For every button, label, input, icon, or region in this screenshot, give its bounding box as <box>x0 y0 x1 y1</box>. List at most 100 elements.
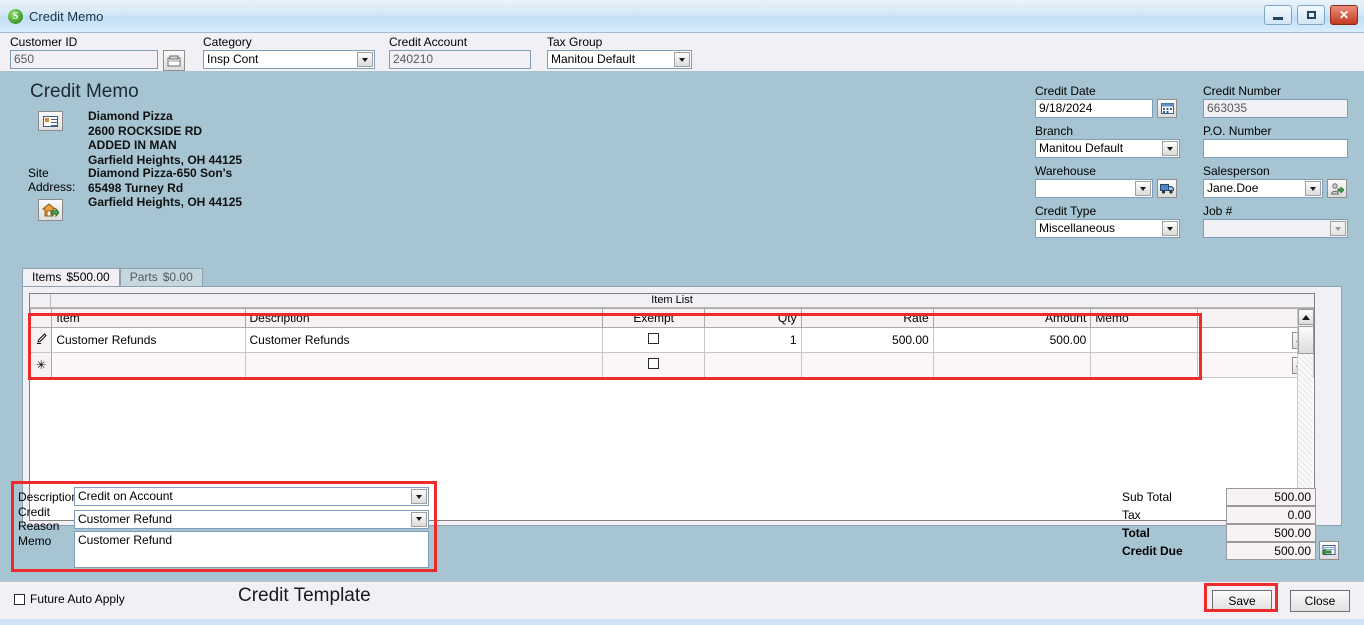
credit-type-value: Miscellaneous <box>1039 221 1116 235</box>
warehouse-label: Warehouse <box>1035 164 1096 178</box>
cell-qty[interactable]: 1 <box>704 327 802 353</box>
save-button[interactable]: Save <box>1212 590 1272 612</box>
col-item[interactable]: Item <box>51 308 246 328</box>
table-row[interactable]: Customer Refunds Customer Refunds 1 500.… <box>29 327 1314 353</box>
tab-items[interactable]: Items $500.00 <box>22 268 120 286</box>
description-row: Description Credit on Account <box>18 486 436 507</box>
window-bottom-edge <box>0 619 1364 625</box>
cell-description[interactable] <box>244 352 604 378</box>
total-row: Total 500.00 <box>1122 523 1342 542</box>
tab-parts-amount: $0.00 <box>162 270 193 284</box>
tax-group-select[interactable]: Manitou Default <box>547 50 692 69</box>
chevron-down-icon[interactable] <box>411 511 427 527</box>
cell-amount[interactable] <box>932 352 1092 378</box>
cell-description[interactable]: Customer Refunds <box>244 327 604 353</box>
rowheader-col <box>29 308 53 328</box>
description-select[interactable]: Credit on Account <box>74 487 429 506</box>
tab-parts[interactable]: Parts $0.00 <box>119 268 203 286</box>
cell-exempt[interactable] <box>602 352 705 378</box>
chevron-down-icon[interactable] <box>1162 141 1178 156</box>
truck-glyph-icon <box>1160 184 1174 194</box>
col-exempt[interactable]: Exempt <box>602 308 705 328</box>
branch-group: Branch Manitou Default <box>1035 124 1180 158</box>
future-auto-apply-label: Future Auto Apply <box>30 592 125 606</box>
site-address-icon-button[interactable] <box>38 199 63 221</box>
table-row[interactable]: ✳ ... <box>29 352 1314 378</box>
chevron-down-icon[interactable] <box>1305 181 1321 196</box>
future-auto-apply-group[interactable]: Future Auto Apply <box>14 592 125 606</box>
chevron-down-icon[interactable] <box>674 52 690 67</box>
person-go-icon[interactable] <box>1327 179 1347 198</box>
cell-memo[interactable] <box>1090 327 1199 353</box>
col-amount[interactable]: Amount <box>932 308 1092 328</box>
bill-to-line-1: Diamond Pizza <box>88 109 173 123</box>
credit-due-label: Credit Due <box>1122 543 1183 558</box>
col-qty[interactable]: Qty <box>704 308 802 328</box>
credit-reason-value: Customer Refund <box>78 511 173 526</box>
category-select[interactable]: Insp Cont <box>203 50 375 69</box>
col-description[interactable]: Description <box>244 308 604 328</box>
cell-rate[interactable] <box>800 352 934 378</box>
site-address-label-line1: Site <box>28 166 49 180</box>
warehouse-select[interactable] <box>1035 179 1153 198</box>
customer-id-input[interactable]: 650 <box>10 50 158 69</box>
cell-memo[interactable] <box>1090 352 1199 378</box>
calendar-icon[interactable] <box>1157 99 1177 118</box>
cell-exempt[interactable] <box>602 327 705 353</box>
customer-id-label: Customer ID <box>10 35 78 49</box>
scrollbar-thumb[interactable] <box>1298 326 1314 354</box>
exempt-checkbox[interactable] <box>648 358 660 369</box>
cell-amount[interactable]: 500.00 <box>932 327 1092 353</box>
job-number-select[interactable] <box>1203 219 1348 238</box>
credit-type-select[interactable]: Miscellaneous <box>1035 219 1180 238</box>
cell-rate[interactable]: 500.00 <box>800 327 934 353</box>
scroll-up-icon[interactable] <box>1298 309 1314 325</box>
credit-number-group: Credit Number 663035 <box>1203 84 1348 118</box>
close-button-footer[interactable]: Close <box>1290 590 1350 612</box>
minimize-button[interactable] <box>1264 5 1292 25</box>
window-title: Credit Memo <box>29 8 104 24</box>
site-line-1: Diamond Pizza-650 Son's <box>88 166 233 180</box>
close-button[interactable]: ✕ <box>1330 5 1358 25</box>
bill-to-line-3: ADDED IN MAN <box>88 138 177 152</box>
credit-type-group: Credit Type Miscellaneous <box>1035 204 1180 238</box>
cell-item[interactable]: Customer Refunds <box>51 327 246 353</box>
tax-group-value: Manitou Default <box>551 52 636 66</box>
memo-textarea[interactable]: Customer Refund <box>74 531 429 568</box>
chevron-down-icon[interactable] <box>411 489 427 504</box>
grid-caption-bar: Item List <box>30 294 1314 308</box>
page-title: Credit Memo <box>30 81 139 102</box>
table-header-row: Item Description Exempt Qty Rate Amount … <box>29 308 1314 328</box>
salesperson-select[interactable]: Jane.Doe <box>1203 179 1323 198</box>
description-panel: Description Credit on Account Credit Rea… <box>18 486 436 571</box>
credit-account-input[interactable]: 240210 <box>389 50 531 69</box>
customer-lookup-icon[interactable] <box>163 50 185 71</box>
credit-reason-select[interactable]: Customer Refund <box>74 509 429 529</box>
truck-icon[interactable] <box>1157 179 1177 198</box>
memo-label: Memo <box>18 534 52 548</box>
future-auto-apply-checkbox[interactable] <box>14 593 25 605</box>
cell-item[interactable] <box>51 352 246 378</box>
branch-select[interactable]: Manitou Default <box>1035 139 1180 158</box>
po-number-input[interactable] <box>1203 139 1348 158</box>
chevron-down-icon[interactable] <box>1330 221 1346 236</box>
chevron-down-icon[interactable] <box>1162 221 1178 236</box>
salesperson-label: Salesperson <box>1203 164 1270 178</box>
cell-qty[interactable] <box>704 352 802 378</box>
maximize-button[interactable] <box>1297 5 1325 25</box>
credit-account-label: Credit Account <box>389 35 468 49</box>
apply-credit-icon[interactable] <box>1319 541 1339 560</box>
col-memo[interactable]: Memo <box>1090 308 1199 328</box>
credit-date-label: Credit Date <box>1035 84 1096 98</box>
exempt-checkbox[interactable] <box>648 333 660 344</box>
tab-items-label: Items <box>32 270 62 284</box>
job-number-group: Job # <box>1203 204 1348 238</box>
po-number-label: P.O. Number <box>1203 124 1272 138</box>
credit-number-input[interactable]: 663035 <box>1203 99 1348 118</box>
credit-date-input[interactable]: 9/18/2024 <box>1035 99 1153 118</box>
bill-to-icon-button[interactable] <box>38 111 63 131</box>
col-rate[interactable]: Rate <box>800 308 934 328</box>
chevron-down-icon[interactable] <box>1135 181 1151 196</box>
warehouse-group: Warehouse <box>1035 164 1177 198</box>
chevron-down-icon[interactable] <box>357 52 373 67</box>
